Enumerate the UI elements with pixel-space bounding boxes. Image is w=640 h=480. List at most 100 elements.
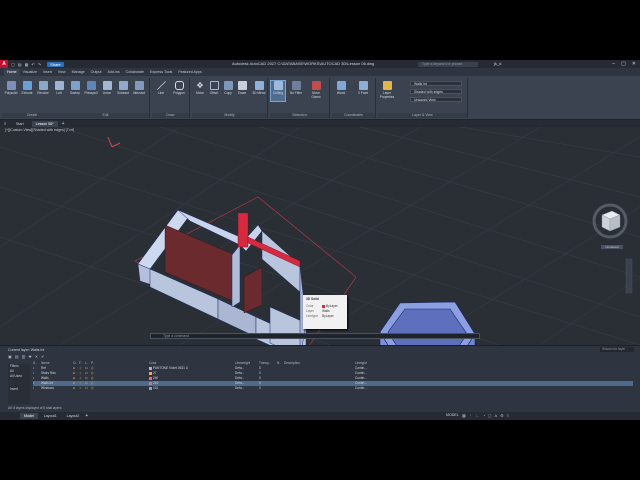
quick-access-redo-icon[interactable]: ↷ [38, 62, 41, 67]
revolve-label: Revolve [37, 91, 49, 95]
move-gizmo-tool[interactable]: Move Gizmo [309, 81, 323, 99]
minimize-icon[interactable]: – [612, 60, 615, 68]
extrude-tool[interactable]: Extrude [20, 81, 34, 95]
drawing-viewport[interactable]: [+][Custom View][Shaded with edges] [For… [0, 127, 640, 345]
revolve-icon [38, 81, 48, 90]
sweep-tool[interactable]: Sweep [68, 81, 82, 95]
line-tool[interactable]: Line [154, 81, 168, 95]
color-swatch[interactable] [149, 371, 152, 375]
layer-lineweight[interactable]: Defa... [235, 386, 244, 391]
layer-linetype[interactable]: Contin... [355, 386, 367, 391]
share-button[interactable]: Share [47, 61, 64, 67]
layer-transparency[interactable]: 0 [259, 386, 261, 391]
polygon-tool[interactable]: Polygon [172, 81, 186, 95]
doc-tab-start[interactable]: Start [12, 121, 28, 127]
layer-properties-tool[interactable]: Layer Properties [378, 81, 396, 99]
tab-add-ins[interactable]: Add-ins [104, 69, 122, 76]
layout-tab-layout1[interactable]: Layout1 [40, 413, 61, 419]
building-model[interactable] [137, 209, 307, 345]
layer-dropdown[interactable]: Walls Int [410, 81, 462, 86]
app-menu-icon[interactable]: ≡ [4, 121, 6, 126]
tab-output[interactable]: Output [88, 69, 105, 76]
extrude-label: Extrude [21, 91, 33, 95]
quick-access-new-icon[interactable]: ▢ [11, 62, 15, 67]
new-group-filter-icon[interactable]: ▤ [15, 354, 22, 359]
visual-style-dropdown[interactable]: Shaded with edges [410, 89, 462, 94]
tab-collaborate[interactable]: Collaborate [123, 69, 147, 76]
freeze-sun-icon[interactable]: ☼ [79, 386, 82, 391]
layer-row[interactable]: ▪ Windows ● ☼ ⊡ ⎙ 161 Defa... 0 Contin... [33, 386, 633, 391]
union-tool[interactable]: Union [100, 81, 114, 95]
ucs-name-label[interactable]: Unnamed [605, 245, 618, 249]
tab-manage[interactable]: Manage [69, 69, 88, 76]
presspull-tool[interactable]: Presspull [84, 81, 98, 95]
model-space-toggle[interactable]: MODEL [446, 413, 459, 417]
color-swatch[interactable] [149, 381, 152, 385]
ortho-icon[interactable]: ∟ [476, 413, 483, 418]
named-view-dropdown[interactable]: Unsaved View [410, 97, 462, 102]
tab-insert[interactable]: Insert [40, 69, 55, 76]
filter-all-used[interactable]: All Used [10, 374, 30, 379]
revolve-tool[interactable]: Revolve [36, 81, 50, 95]
quick-access-undo-icon[interactable]: ↶ [31, 62, 34, 67]
group-coordinates-label[interactable]: Coordinates [332, 113, 375, 118]
user-account[interactable]: jk_d [494, 61, 501, 66]
polysolid-icon [6, 81, 16, 90]
workspace-gear-icon[interactable]: ⚙ [500, 413, 507, 418]
group-draw-label[interactable]: Draw [152, 113, 189, 118]
group-modify-label[interactable]: Modify [192, 113, 267, 118]
command-line-input[interactable]: Type a command [150, 333, 480, 339]
layer-search-input[interactable]: Search for layer [600, 347, 634, 352]
customize-icon[interactable]: ≡ [507, 413, 512, 418]
tab-featured-apps[interactable]: Featured Apps [175, 69, 204, 76]
layout-tab-layout2[interactable]: Layout2 [63, 413, 84, 419]
3d-mirror-tool[interactable]: 3D Mirror [250, 81, 268, 95]
view-cube[interactable]: Unnamed [592, 203, 628, 249]
layout-tab-model[interactable]: Model [20, 413, 38, 419]
culling-tool[interactable]: Culling [270, 80, 286, 102]
lock-icon[interactable]: ⊡ [85, 386, 88, 391]
no-filter-tool[interactable]: No Filter [289, 81, 303, 95]
group-layers-view-label[interactable]: Layer & View [378, 113, 467, 118]
set-current-icon[interactable]: ✔ [41, 354, 47, 359]
layer-name[interactable]: Windows [41, 386, 54, 391]
snap-icon[interactable]: ⋮ [469, 413, 476, 418]
world-ucs-tool[interactable]: World [334, 81, 348, 95]
layer-color[interactable]: 161 [149, 386, 158, 391]
intersect-tool[interactable]: Intersect [132, 81, 146, 95]
tab-express-tools[interactable]: Express Tools [147, 69, 175, 76]
quick-access-open-icon[interactable]: ▤ [18, 62, 22, 67]
group-selection-label[interactable]: Selection [270, 113, 329, 118]
copy-tool[interactable]: Copy [221, 81, 235, 95]
autocad-logo[interactable]: A [0, 60, 8, 68]
close-icon[interactable]: ✕ [632, 60, 636, 68]
color-swatch[interactable] [149, 386, 152, 390]
tab-visualize[interactable]: Visualize [20, 69, 40, 76]
quick-access-save-icon[interactable]: ▦ [25, 62, 29, 67]
subtract-tool[interactable]: Subtract [116, 81, 130, 95]
move-tool[interactable]: ✥ Move [193, 81, 207, 95]
on-bulb-icon[interactable]: ● [73, 386, 75, 391]
add-layout-icon[interactable]: + [85, 413, 88, 419]
offset-tool[interactable]: Offset [207, 81, 221, 95]
color-swatch[interactable] [149, 366, 152, 370]
grid-icon[interactable]: ▦ [462, 413, 469, 418]
new-tab-icon[interactable]: + [62, 121, 65, 127]
tab-home[interactable]: Home [4, 69, 20, 76]
3-point-ucs-tool[interactable]: 3 Point [356, 81, 370, 95]
loft-tool[interactable]: Loft [52, 81, 66, 95]
tab-view[interactable]: View [55, 69, 69, 76]
layer-status-icon[interactable]: ▪ [33, 386, 34, 391]
invert-filter-checkbox[interactable]: Invert [10, 387, 30, 392]
plot-printer-icon[interactable]: ⎙ [91, 386, 94, 391]
navigation-bar[interactable] [625, 258, 633, 294]
maximize-icon[interactable]: ▢ [621, 60, 626, 68]
group-edit-label[interactable]: Edit [62, 113, 149, 118]
doc-tab-lesson[interactable]: Lesson 06* [31, 120, 58, 127]
color-swatch[interactable] [149, 376, 152, 380]
group-create-label[interactable]: Create [2, 113, 62, 118]
polysolid-tool[interactable]: Polysolid [4, 81, 18, 95]
search-input[interactable]: Type a keyword or phrase [418, 61, 478, 67]
erase-tool[interactable]: Erase [235, 81, 249, 95]
new-filter-icon[interactable]: ▣ [8, 354, 15, 359]
